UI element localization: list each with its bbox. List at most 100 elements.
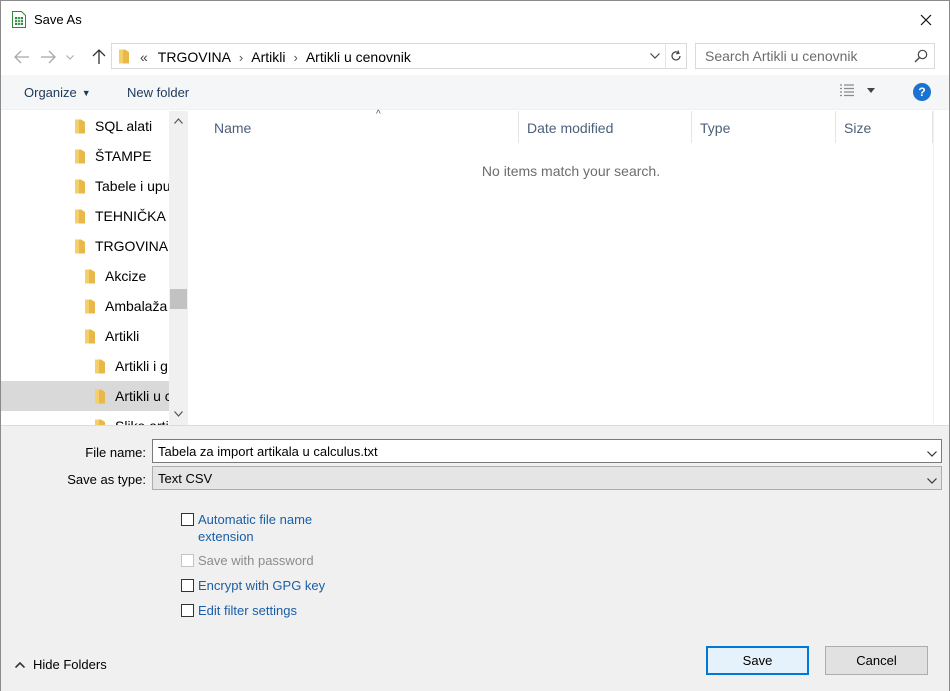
automatic-extension-checkbox[interactable] bbox=[181, 513, 194, 526]
tree-item-label: Artikli i g bbox=[115, 358, 168, 374]
recent-locations-button[interactable] bbox=[64, 47, 76, 67]
column-size-label: Size bbox=[844, 120, 872, 136]
column-header-date-modified[interactable]: Date modified bbox=[519, 111, 692, 143]
folder-icon bbox=[75, 209, 85, 223]
search-box[interactable] bbox=[695, 43, 935, 69]
option-edit-filter-settings[interactable]: Edit filter settings bbox=[181, 602, 297, 619]
encrypt-gpg-checkbox[interactable] bbox=[181, 579, 194, 592]
tree-item[interactable]: SQL alati bbox=[1, 111, 169, 141]
address-bar[interactable]: « TRGOVINA › Artikli › Artikli u cenovni… bbox=[111, 43, 687, 69]
option-save-with-password: Save with password bbox=[181, 552, 314, 569]
chevron-right-icon[interactable]: › bbox=[294, 50, 298, 65]
tree-item[interactable]: Slike artikl bbox=[1, 411, 169, 425]
chevron-right-icon[interactable]: › bbox=[239, 50, 243, 65]
tree-item[interactable]: TRGOVINA bbox=[1, 231, 169, 261]
option-encrypt-gpg[interactable]: Encrypt with GPG key bbox=[181, 577, 325, 594]
empty-message: No items match your search. bbox=[481, 163, 661, 179]
breadcrumb-trgovina[interactable]: TRGOVINA bbox=[158, 49, 231, 65]
nav-pane-scrollbar[interactable] bbox=[169, 111, 188, 425]
save-with-password-label: Save with password bbox=[198, 553, 314, 568]
save-button[interactable]: Save bbox=[706, 646, 809, 675]
change-view-button[interactable] bbox=[839, 83, 875, 97]
tree-item-label: TRGOVINA bbox=[95, 238, 169, 254]
back-arrow-icon bbox=[14, 50, 29, 64]
tree-item[interactable]: Artikli bbox=[1, 321, 169, 351]
save-type-select[interactable]: Text CSV bbox=[152, 466, 942, 490]
edit-filter-settings-checkbox[interactable] bbox=[181, 604, 194, 617]
save-with-password-checkbox bbox=[181, 554, 194, 567]
tree-item-label: Akcize bbox=[105, 268, 147, 284]
search-icon[interactable] bbox=[914, 49, 928, 66]
tree-item[interactable]: TEHNIČKA P bbox=[1, 201, 169, 231]
forward-button[interactable] bbox=[38, 47, 58, 67]
scrollbar-thumb[interactable] bbox=[170, 289, 187, 309]
column-date-label: Date modified bbox=[527, 120, 614, 136]
breadcrumb-artikli-u-cenovnik[interactable]: Artikli u cenovnik bbox=[306, 49, 411, 65]
save-type-label: Save as type: bbox=[67, 472, 146, 487]
file-name-dropdown[interactable] bbox=[927, 445, 937, 460]
tree-item-label: Tabele i uput bbox=[95, 178, 169, 194]
column-header-size[interactable]: Size bbox=[836, 111, 933, 143]
column-name-label: Name bbox=[214, 120, 252, 136]
breadcrumb-artikli[interactable]: Artikli bbox=[251, 49, 285, 65]
chevron-down-icon bbox=[66, 54, 74, 60]
navigation-pane: SQL alati ŠTAMPE Tabele i uput TEHNIČKA P TR… bbox=[1, 111, 189, 425]
encrypt-gpg-label[interactable]: Encrypt with GPG key bbox=[198, 577, 325, 594]
folder-icon bbox=[95, 359, 105, 373]
folder-icon bbox=[75, 239, 85, 253]
address-history-dropdown[interactable] bbox=[645, 44, 665, 68]
back-button[interactable] bbox=[12, 47, 32, 67]
sort-up-icon: ^ bbox=[376, 109, 381, 120]
tree-item[interactable]: Artikli i g bbox=[1, 351, 169, 381]
breadcrumb: « TRGOVINA › Artikli › Artikli u cenovni… bbox=[140, 49, 411, 65]
tree-item[interactable]: Akcize bbox=[1, 261, 169, 291]
tree-item-label: Slike artikl bbox=[115, 418, 169, 425]
column-header-name[interactable]: ^ Name bbox=[206, 109, 519, 143]
caret-down-icon bbox=[867, 87, 875, 93]
file-name-label: File name: bbox=[85, 445, 146, 460]
chevron-up-icon bbox=[174, 118, 183, 124]
tree-item[interactable]: ŠTAMPE bbox=[1, 141, 169, 171]
up-arrow-icon bbox=[92, 49, 106, 64]
save-type-dropdown[interactable] bbox=[927, 472, 937, 487]
save-options-panel: File name: Tabela za import artikala u c… bbox=[1, 425, 949, 691]
command-bar: Organize ▼ New folder ? bbox=[1, 75, 949, 110]
organize-label: Organize bbox=[24, 85, 77, 100]
tree-item[interactable]: Ambalaža bbox=[1, 291, 169, 321]
close-button[interactable] bbox=[903, 1, 949, 38]
tree-item-label: Ambalaža bbox=[105, 298, 168, 314]
help-button[interactable]: ? bbox=[913, 83, 931, 101]
file-name-value[interactable]: Tabela za import artikala u calculus.txt bbox=[158, 444, 378, 459]
tree-item[interactable]: Tabele i uput bbox=[1, 171, 169, 201]
scroll-up-button[interactable] bbox=[169, 113, 188, 129]
folder-icon bbox=[75, 119, 85, 133]
chevron-down-icon bbox=[927, 478, 937, 484]
automatic-extension-label[interactable]: Automatic file name extension bbox=[198, 511, 312, 545]
save-as-dialog: Save As « TRGOVINA › Artikli › Artikli u… bbox=[0, 0, 950, 691]
tree-item-label: ŠTAMPE bbox=[95, 148, 152, 164]
edit-filter-settings-label[interactable]: Edit filter settings bbox=[198, 602, 297, 619]
up-button[interactable] bbox=[89, 47, 109, 67]
tree-item-label: TEHNIČKA P bbox=[95, 208, 169, 224]
file-name-input[interactable]: Tabela za import artikala u calculus.txt bbox=[152, 439, 942, 463]
refresh-button[interactable] bbox=[665, 44, 686, 68]
chevron-down-icon bbox=[174, 411, 183, 417]
search-input[interactable] bbox=[696, 44, 906, 68]
option-automatic-extension[interactable]: Automatic file name extension bbox=[181, 511, 312, 545]
window-title: Save As bbox=[34, 12, 82, 27]
folder-icon bbox=[75, 179, 85, 193]
new-folder-button[interactable]: New folder bbox=[127, 85, 189, 100]
folder-icon bbox=[95, 389, 105, 403]
folder-icon bbox=[118, 49, 130, 67]
chevron-down-icon bbox=[927, 451, 937, 457]
tree-item[interactable]: Artikli u c bbox=[1, 381, 169, 411]
cancel-button[interactable]: Cancel bbox=[825, 646, 928, 675]
automatic-extension-label-line1: Automatic file name bbox=[198, 512, 313, 527]
column-header-type[interactable]: Type bbox=[692, 111, 836, 143]
organize-menu[interactable]: Organize ▼ bbox=[24, 85, 91, 100]
breadcrumb-overflow[interactable]: « bbox=[140, 49, 148, 65]
hide-folders-button[interactable]: Hide Folders bbox=[15, 657, 107, 672]
scroll-down-button[interactable] bbox=[169, 406, 188, 422]
folder-icon bbox=[85, 299, 95, 313]
tree-item-label: SQL alati bbox=[95, 118, 153, 134]
